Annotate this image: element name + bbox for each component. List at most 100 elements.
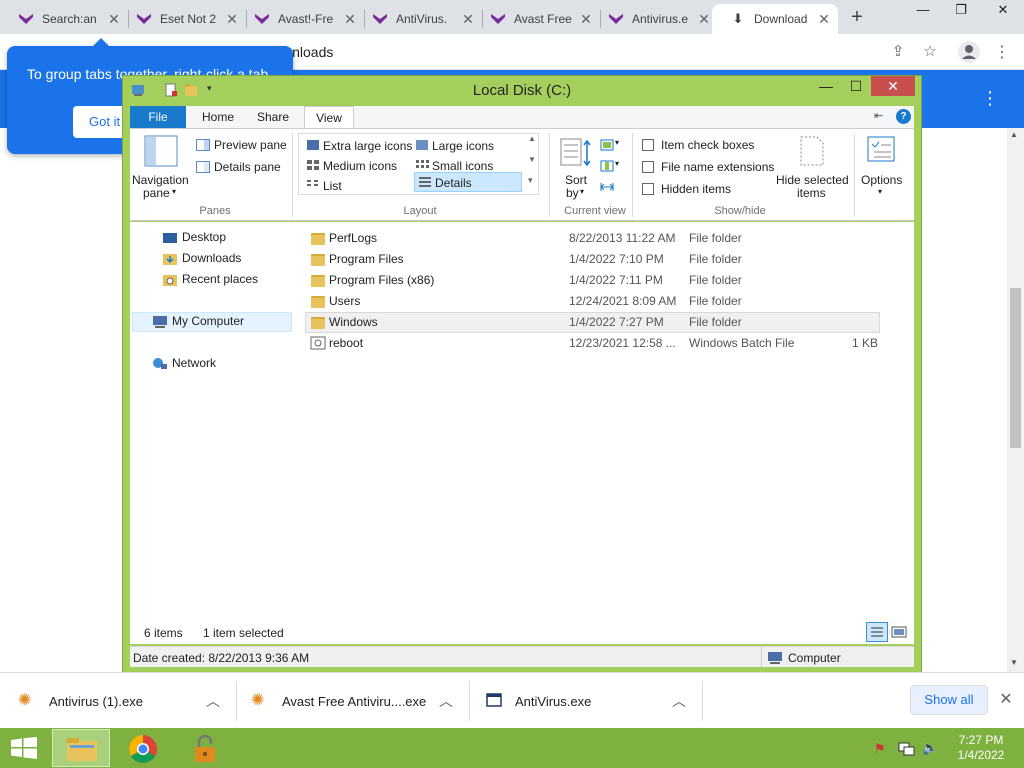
download-options-chevron-icon[interactable]: ︿ xyxy=(206,691,220,711)
preview-pane-button[interactable]: Preview pane xyxy=(214,138,287,152)
show-all-button[interactable]: Show all xyxy=(910,685,988,715)
new-tab-button[interactable]: + xyxy=(846,6,868,28)
ribbon-tab-file[interactable]: File xyxy=(130,106,186,128)
help-icon[interactable]: ? xyxy=(896,109,911,124)
sort-by-dropdown-icon[interactable]: ▾ xyxy=(580,187,584,196)
status-separator xyxy=(761,647,762,667)
navigation-pane-icon[interactable] xyxy=(144,135,178,167)
scroll-down-arrow-icon[interactable]: ▼ xyxy=(1010,658,1018,667)
restore-button[interactable]: ❐ xyxy=(950,2,972,20)
layout-medium-icons[interactable]: Medium icons xyxy=(323,159,397,173)
layout-details[interactable]: Details xyxy=(435,176,472,190)
file-name-extensions-checkbox[interactable] xyxy=(642,161,654,173)
browser-menu-icon[interactable]: ⋮ xyxy=(992,42,1012,62)
scroll-up-arrow-icon[interactable]: ▲ xyxy=(1010,130,1018,139)
nav-downloads[interactable]: Downloads xyxy=(182,251,241,265)
file-name-extensions-label: File name extensions xyxy=(661,160,775,174)
layout-large-icons[interactable]: Large icons xyxy=(432,139,494,153)
sort-by-button[interactable]: Sort xyxy=(565,173,587,187)
ribbon-tab-view[interactable]: View xyxy=(304,106,354,128)
browser-tab[interactable]: Avast Free ✕ xyxy=(472,4,600,34)
download-item[interactable]: ✺ Avast Free Antiviru....exe ︿ xyxy=(237,673,469,729)
nav-network[interactable]: Network xyxy=(172,356,216,370)
network-status-icon[interactable] xyxy=(898,741,916,757)
file-date: 12/24/2021 8:09 AM xyxy=(569,294,677,308)
nav-my-computer[interactable]: My Computer xyxy=(172,314,244,328)
options-dropdown-icon[interactable]: ▾ xyxy=(878,187,882,196)
tab-close-icon[interactable]: ✕ xyxy=(816,11,832,28)
sort-by-icon[interactable] xyxy=(560,137,592,169)
action-center-flag-icon[interactable]: ⚑ xyxy=(874,741,886,757)
large-icons-toggle-icon[interactable] xyxy=(891,624,907,640)
close-window-button[interactable]: ✕ xyxy=(992,2,1014,20)
browser-tab[interactable]: Search:an ✕ xyxy=(0,4,128,34)
options-icon[interactable] xyxy=(866,135,898,165)
explorer-close-button[interactable]: ✕ xyxy=(871,76,915,96)
tab-close-icon[interactable]: ✕ xyxy=(696,11,712,28)
nav-desktop[interactable]: Desktop xyxy=(182,230,226,244)
clock-date: 1/4/2022 xyxy=(957,748,1005,762)
layout-expand-icon[interactable]: ▾ xyxy=(528,175,533,186)
layout-list[interactable]: List xyxy=(323,179,342,193)
download-item[interactable]: AntiVirus.exe ︿ xyxy=(470,673,702,729)
current-view-group-label: Current view xyxy=(564,205,626,217)
options-button[interactable]: Options xyxy=(861,173,902,187)
browser-tab-active[interactable]: ⬇ Download ✕ xyxy=(712,4,838,34)
layout-scroll-down-icon[interactable]: ▼ xyxy=(528,155,536,164)
browser-tab[interactable]: AntiVirus. ✕ xyxy=(354,4,482,34)
collapse-ribbon-icon[interactable]: ⇤ xyxy=(874,109,883,122)
add-columns-dropdown-icon[interactable]: ▾ xyxy=(615,159,619,168)
tab-favicon-icon xyxy=(137,14,151,24)
layout-extra-large-icons[interactable]: Extra large icons xyxy=(323,139,412,153)
download-options-chevron-icon[interactable]: ︿ xyxy=(672,691,686,711)
ribbon-tab-home[interactable]: Home xyxy=(192,106,244,128)
browser-tab[interactable]: Eset Not 2 ✕ xyxy=(118,4,246,34)
file-name[interactable]: reboot xyxy=(329,336,363,350)
file-type: File folder xyxy=(689,315,742,329)
browser-tab[interactable]: Antivirus.e ✕ xyxy=(590,4,718,34)
size-columns-to-fit-icon[interactable] xyxy=(600,181,614,193)
group-by-dropdown-icon[interactable]: ▾ xyxy=(615,138,619,147)
navigation-pane-dropdown-icon[interactable]: ▾ xyxy=(172,187,176,196)
file-name[interactable]: Program Files (x86) xyxy=(329,273,434,287)
navigation-pane-button[interactable]: Navigation xyxy=(132,173,189,187)
file-name[interactable]: Users xyxy=(329,294,360,308)
layout-small-icons[interactable]: Small icons xyxy=(432,159,493,173)
padlock-icon xyxy=(195,734,215,762)
download-options-chevron-icon[interactable]: ︿ xyxy=(439,691,453,711)
taskbar-app[interactable] xyxy=(176,729,234,767)
taskbar-clock[interactable]: 7:27 PM 1/4/2022 xyxy=(950,733,1012,763)
windows-start-icon[interactable] xyxy=(10,737,38,759)
hidden-items-checkbox[interactable] xyxy=(642,183,654,195)
nav-recent-places[interactable]: Recent places xyxy=(182,272,258,286)
hide-selected-items-button[interactable]: Hide selected xyxy=(776,173,849,187)
hide-selected-items-icon[interactable] xyxy=(798,135,826,167)
volume-muted-icon[interactable]: 🔈 xyxy=(922,740,938,756)
file-name[interactable]: Windows xyxy=(329,315,378,329)
ribbon-tab-share[interactable]: Share xyxy=(248,106,298,128)
explorer-title-bar[interactable]: ▾ Local Disk (C:) — ☐ ✕ xyxy=(123,76,921,104)
explorer-maximize-button[interactable]: ☐ xyxy=(843,76,869,96)
bookmark-star-icon[interactable]: ☆ xyxy=(920,42,940,62)
page-scrollbar-thumb[interactable] xyxy=(1010,288,1021,448)
taskbar-chrome[interactable] xyxy=(114,729,172,767)
downloads-menu-icon[interactable]: ⋮ xyxy=(980,88,1000,109)
taskbar-file-explorer[interactable] xyxy=(52,729,110,767)
details-pane-button[interactable]: Details pane xyxy=(214,160,281,174)
close-download-bar-icon[interactable]: ✕ xyxy=(996,689,1016,709)
details-view-icon xyxy=(419,177,431,187)
layout-scroll-up-icon[interactable]: ▲ xyxy=(528,134,536,143)
profile-avatar-icon[interactable] xyxy=(958,41,980,63)
download-item[interactable]: ✺ Antivirus (1).exe ︿ xyxy=(0,673,236,729)
file-type: Windows Batch File xyxy=(689,336,795,350)
file-name[interactable]: PerfLogs xyxy=(329,231,377,245)
share-icon[interactable]: ⇪ xyxy=(888,42,908,62)
minimize-button[interactable]: — xyxy=(912,2,934,20)
item-check-boxes-checkbox[interactable] xyxy=(642,139,654,151)
group-by-icon[interactable] xyxy=(600,139,614,151)
browser-tab[interactable]: Avast!-Fre ✕ xyxy=(236,4,364,34)
explorer-minimize-button[interactable]: — xyxy=(813,76,839,96)
details-view-toggle-icon[interactable] xyxy=(866,622,888,642)
file-name[interactable]: Program Files xyxy=(329,252,404,266)
add-columns-icon[interactable] xyxy=(600,160,614,172)
